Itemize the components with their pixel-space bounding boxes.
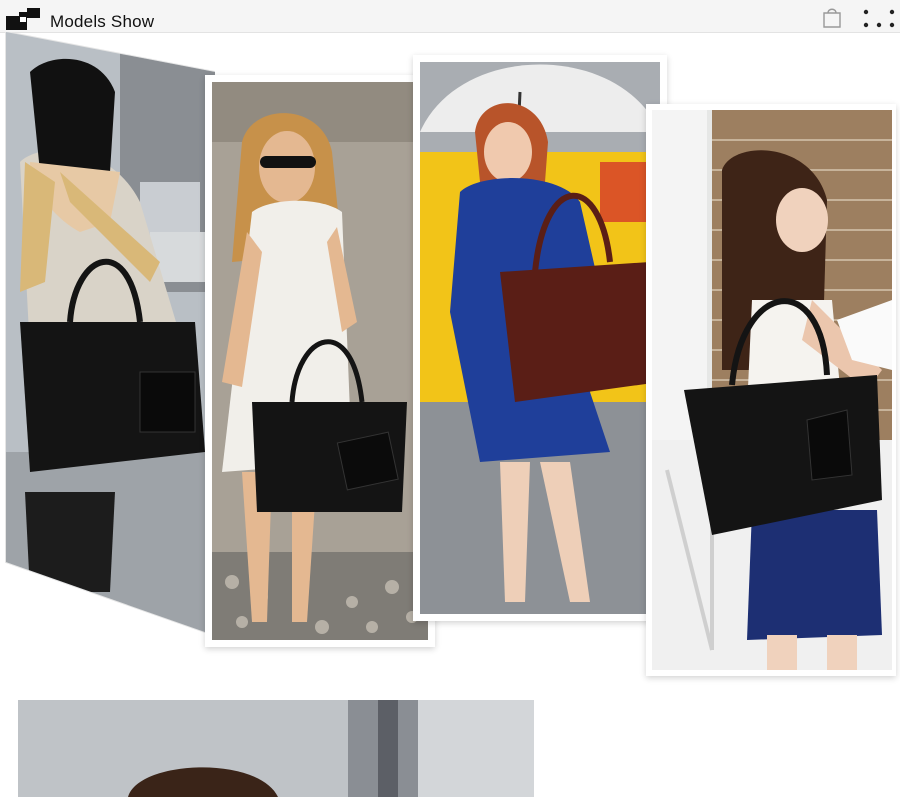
model-photo-brick-wall [652, 110, 892, 670]
model-photo-white-dress [212, 82, 428, 640]
model-photo-umbrella-blue-coat [420, 62, 660, 614]
header-bar: Models Show [0, 0, 900, 33]
more-dots-icon[interactable] [861, 8, 897, 30]
shopping-bag-icon[interactable] [822, 6, 842, 28]
page-title: Models Show [50, 12, 155, 31]
logo-icon [6, 8, 40, 30]
model-photo-black-beanie [5, 32, 215, 634]
model-photo-close-up [18, 700, 534, 797]
